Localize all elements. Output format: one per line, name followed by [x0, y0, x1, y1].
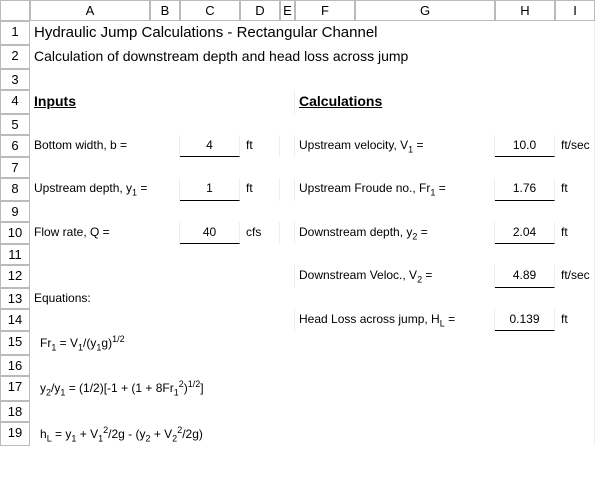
head-loss-value[interactable]: 0.139	[495, 309, 555, 331]
downstream-velocity-label[interactable]: Downstream Veloc., V2 =	[295, 265, 495, 287]
upstream-depth-value[interactable]: 1	[180, 178, 240, 200]
head-loss-unit[interactable]: ft	[555, 309, 595, 331]
downstream-depth-value[interactable]: 2.04	[495, 222, 555, 244]
row-header-5[interactable]: 5	[0, 114, 30, 135]
row-header-6[interactable]: 6	[0, 135, 30, 157]
col-header-F[interactable]: F	[295, 0, 355, 21]
row-header-3[interactable]: 3	[0, 69, 30, 90]
row-header-14[interactable]: 14	[0, 309, 30, 331]
downstream-velocity-value[interactable]: 4.89	[495, 265, 555, 287]
bottom-width-unit[interactable]: ft	[240, 135, 280, 157]
title-2[interactable]: Calculation of downstream depth and head…	[30, 45, 595, 69]
col-header-D[interactable]: D	[240, 0, 280, 21]
col-header-E[interactable]: E	[280, 0, 295, 21]
cell-14a[interactable]	[30, 309, 295, 331]
row-header-16[interactable]: 16	[0, 355, 30, 376]
upstream-velocity-label[interactable]: Upstream velocity, V1 =	[295, 135, 495, 157]
cell-9[interactable]	[30, 201, 595, 222]
upstream-froude-label[interactable]: Upstream Froude no., Fr1 =	[295, 178, 495, 200]
downstream-velocity-unit[interactable]: ft/sec	[555, 265, 595, 287]
head-loss-label[interactable]: Head Loss across jump, HL =	[295, 309, 495, 331]
col-header-B[interactable]: B	[150, 0, 180, 21]
upstream-velocity-value[interactable]: 10.0	[495, 135, 555, 157]
row-header-1[interactable]: 1	[0, 21, 30, 45]
upstream-froude-unit[interactable]: ft	[555, 178, 595, 200]
inputs-header[interactable]: Inputs	[30, 90, 295, 114]
row-header-12[interactable]: 12	[0, 265, 30, 287]
row-header-10[interactable]: 10	[0, 222, 30, 244]
spreadsheet: A B C D E F G H I 1 Hydraulic Jump Calcu…	[0, 0, 600, 446]
row-header-11[interactable]: 11	[0, 244, 30, 265]
upstream-depth-label[interactable]: Upstream depth, y1 =	[30, 178, 180, 200]
row-header-8[interactable]: 8	[0, 178, 30, 200]
corner-cell	[0, 0, 30, 21]
cell-3[interactable]	[30, 69, 595, 90]
flow-rate-unit[interactable]: cfs	[240, 222, 280, 244]
calcs-header[interactable]: Calculations	[295, 90, 595, 114]
upstream-froude-value[interactable]: 1.76	[495, 178, 555, 200]
row-header-15[interactable]: 15	[0, 331, 30, 355]
row-header-9[interactable]: 9	[0, 201, 30, 222]
row-header-19[interactable]: 19	[0, 422, 30, 446]
equation-2[interactable]: y2/y1 = (1/2)[-1 + (1 + 8Fr12)1/2]	[30, 376, 595, 400]
cell-8e[interactable]	[280, 178, 295, 200]
row-header-4[interactable]: 4	[0, 90, 30, 114]
cell-5[interactable]	[30, 114, 595, 135]
equation-1[interactable]: Fr1 = V1/(y1g)1/2	[30, 331, 595, 355]
cell-16[interactable]	[30, 355, 595, 376]
upstream-velocity-unit[interactable]: ft/sec	[555, 135, 595, 157]
bottom-width-value[interactable]: 4	[180, 135, 240, 157]
downstream-depth-label[interactable]: Downstream depth, y2 =	[295, 222, 495, 244]
flow-rate-value[interactable]: 40	[180, 222, 240, 244]
col-header-C[interactable]: C	[180, 0, 240, 21]
downstream-depth-unit[interactable]: ft	[555, 222, 595, 244]
row-header-7[interactable]: 7	[0, 157, 30, 178]
col-header-I[interactable]: I	[555, 0, 595, 21]
col-header-A[interactable]: A	[30, 0, 150, 21]
col-header-G[interactable]: G	[355, 0, 495, 21]
upstream-depth-unit[interactable]: ft	[240, 178, 280, 200]
cell-10e[interactable]	[280, 222, 295, 244]
row-header-17[interactable]: 17	[0, 376, 30, 400]
col-header-H[interactable]: H	[495, 0, 555, 21]
equations-header[interactable]: Equations:	[30, 288, 595, 309]
cell-6e[interactable]	[280, 135, 295, 157]
cell-12a[interactable]	[30, 265, 295, 287]
title-1[interactable]: Hydraulic Jump Calculations - Rectangula…	[30, 21, 595, 45]
cell-7[interactable]	[30, 157, 595, 178]
row-header-2[interactable]: 2	[0, 45, 30, 69]
cell-18[interactable]	[30, 401, 595, 422]
flow-rate-label[interactable]: Flow rate, Q =	[30, 222, 180, 244]
row-header-18[interactable]: 18	[0, 401, 30, 422]
cell-11[interactable]	[30, 244, 595, 265]
row-header-13[interactable]: 13	[0, 288, 30, 309]
equation-3[interactable]: hL = y1 + V12/2g - (y2 + V22/2g)	[30, 422, 595, 446]
bottom-width-label[interactable]: Bottom width, b =	[30, 135, 180, 157]
